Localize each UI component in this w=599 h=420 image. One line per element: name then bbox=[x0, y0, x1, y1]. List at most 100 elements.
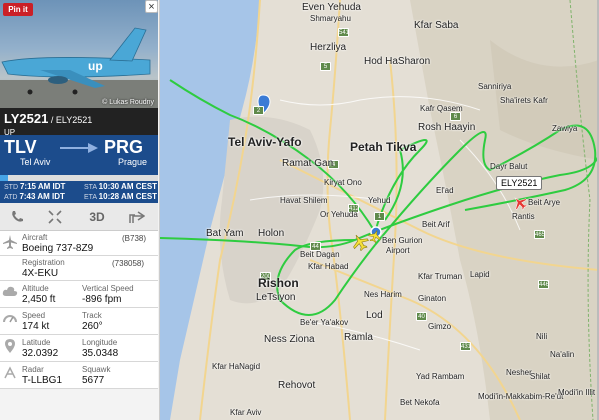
place-ness-ziona: Ness Ziona bbox=[264, 334, 315, 345]
registration-code: (738058) bbox=[112, 259, 145, 268]
speed-value: 174 kt bbox=[22, 321, 50, 332]
place-shilat: Shilat bbox=[530, 372, 551, 381]
close-panel-button[interactable]: × bbox=[145, 0, 158, 13]
place-rishon: Rishon bbox=[258, 276, 299, 290]
eta-time: 10:28 AM CEST bbox=[98, 192, 158, 201]
latitude-label: Latitude bbox=[22, 338, 51, 347]
flight-map[interactable]: 541 2 5 4 412 1 44 6 465 40 431 446 200 … bbox=[160, 0, 599, 420]
road-badge: 6 bbox=[450, 112, 461, 121]
place-sanniriya: Sanniriya bbox=[478, 82, 512, 91]
aircraft-callsign-tag[interactable]: ELY2521 bbox=[496, 176, 543, 190]
callsign-bar: LY2521 / ELY2521 UP bbox=[0, 108, 158, 137]
place-el-ad: El'ad bbox=[436, 186, 454, 195]
position-row: Latitude 32.0392 Longitude 35.0348 bbox=[0, 335, 158, 362]
vertical-speed-value: -896 fpm bbox=[82, 294, 122, 305]
place-zawiya: Zawiya bbox=[552, 124, 578, 133]
radar-icon bbox=[2, 366, 18, 382]
place-nesher: Nesher bbox=[506, 368, 532, 377]
road-badge: 2 bbox=[253, 106, 264, 115]
place-lod: Lod bbox=[366, 310, 383, 321]
place-kfar-habad: Kfar Habad bbox=[308, 262, 349, 271]
pin-it-button[interactable]: Pin it bbox=[3, 3, 33, 16]
aircraft-photo: up Pin it © Lukas Roudny bbox=[0, 0, 158, 108]
atd-time: 7:43 AM IDT bbox=[19, 192, 65, 201]
destination-city: Prague bbox=[118, 157, 148, 167]
place-ramla: Ramla bbox=[344, 332, 373, 343]
place-kiryat-ono: Kiryat Ono bbox=[324, 178, 362, 187]
destination-code: PRG bbox=[104, 137, 144, 157]
place-yad-rambam: Yad Rambam bbox=[416, 372, 465, 381]
share-icon[interactable] bbox=[122, 207, 152, 227]
panel-toolbar: 3D bbox=[0, 203, 158, 231]
place-tel-aviv: Tel Aviv-Yafo bbox=[228, 135, 302, 149]
airplane-icon bbox=[2, 235, 18, 251]
location-pin-icon bbox=[2, 339, 18, 355]
place-nes-harim: Nes Harim bbox=[364, 290, 402, 299]
track-value: 260° bbox=[82, 321, 103, 332]
place-bat-yam: Bat Yam bbox=[206, 228, 244, 239]
place-rehovot: Rehovot bbox=[278, 380, 316, 391]
road-badge: 446 bbox=[538, 280, 550, 289]
road-badge: 541 bbox=[338, 28, 350, 37]
sta-label: STA bbox=[84, 184, 97, 191]
callsign-separator: / bbox=[48, 115, 56, 125]
aircraft-row: Aircraft Boeing 737-8Z9 (B738) bbox=[0, 231, 158, 256]
place-modiin-illit: Modi'in Illit bbox=[558, 388, 596, 397]
flight-number: LY2521 bbox=[4, 111, 49, 126]
road-badge: 40 bbox=[416, 312, 427, 321]
speed-row: Speed 174 kt Track 260° bbox=[0, 308, 158, 335]
place-ben-gurion: Ben Gurion bbox=[382, 236, 423, 245]
place-beit-dagan: Beit Dagan bbox=[300, 250, 340, 259]
place-gimzo: Gimzo bbox=[428, 322, 452, 331]
place-letziyon: LeTsiyon bbox=[256, 292, 296, 303]
aircraft-jet-image: up bbox=[0, 27, 158, 108]
place-na-alin: Na'alin bbox=[550, 350, 575, 359]
radar-label: Radar bbox=[22, 365, 44, 374]
cloud-icon bbox=[2, 285, 18, 301]
altitude-row: Altitude 2,450 ft Vertical Speed -896 fp… bbox=[0, 281, 158, 308]
place-kafr-qasem: Kafr Qasem bbox=[420, 104, 463, 113]
sta-time: 10:30 AM CEST bbox=[98, 182, 158, 191]
altitude-label: Altitude bbox=[22, 284, 49, 293]
callsign: ELY2521 bbox=[55, 115, 93, 125]
place-ginaton: Ginaton bbox=[418, 294, 447, 303]
origin-code: TLV bbox=[4, 137, 37, 157]
place-nili: Nili bbox=[536, 332, 548, 341]
place-modiin: Modi'in-Makkabim-Re'ut bbox=[478, 392, 564, 401]
3d-view-button[interactable]: 3D bbox=[82, 207, 112, 227]
place-sha-irets: Sha'irets Kafr bbox=[500, 96, 548, 105]
registration-label: Registration bbox=[22, 258, 65, 267]
registration-value: 4X-EKU bbox=[22, 268, 59, 279]
place-yehud: Yehud bbox=[368, 196, 391, 205]
road-badge: 1 bbox=[374, 212, 385, 221]
radar-value: T-LLBG1 bbox=[22, 375, 63, 386]
speedometer-icon bbox=[2, 312, 18, 328]
place-shmaryahu: Shmaryahu bbox=[310, 14, 351, 23]
std-label: STD bbox=[4, 184, 18, 191]
place-kfar-hanagid: Kfar HaNagid bbox=[212, 362, 261, 371]
place-rantis: Rantis bbox=[512, 212, 535, 221]
altitude-value: 2,450 ft bbox=[22, 294, 56, 305]
place-havat-shilem: Havat Shilem bbox=[280, 196, 328, 205]
svg-text:up: up bbox=[88, 59, 103, 73]
aircraft-code: (B738) bbox=[122, 234, 147, 243]
vertical-speed-label: Vertical Speed bbox=[82, 284, 134, 293]
atd-label: ATD bbox=[4, 194, 18, 201]
registration-row: Registration 4X-EKU (738058) bbox=[0, 256, 158, 281]
expand-icon[interactable] bbox=[40, 207, 70, 227]
phone-icon[interactable] bbox=[2, 207, 32, 227]
place-dayr-balut: Dayr Balut bbox=[490, 162, 528, 171]
place-ramat-gan: Ramat Gan bbox=[282, 158, 334, 169]
longitude-value: 35.0348 bbox=[82, 348, 119, 359]
place-airport: Airport bbox=[386, 246, 410, 255]
squawk-label: Squawk bbox=[82, 365, 111, 374]
place-petah-tikva: Petah Tikva bbox=[350, 140, 417, 154]
place-bet-nekofa: Bet Nekofa bbox=[400, 398, 440, 407]
latitude-value: 32.0392 bbox=[22, 348, 59, 359]
place-hod-hasharon: Hod HaSharon bbox=[364, 56, 431, 67]
road-badge: 465 bbox=[534, 230, 546, 239]
longitude-label: Longitude bbox=[82, 338, 118, 347]
road-badge: 5 bbox=[320, 62, 331, 71]
flight-info-panel: up Pin it © Lukas Roudny × LY2521 / ELY2… bbox=[0, 0, 160, 420]
eta-label: ETA bbox=[84, 194, 97, 201]
